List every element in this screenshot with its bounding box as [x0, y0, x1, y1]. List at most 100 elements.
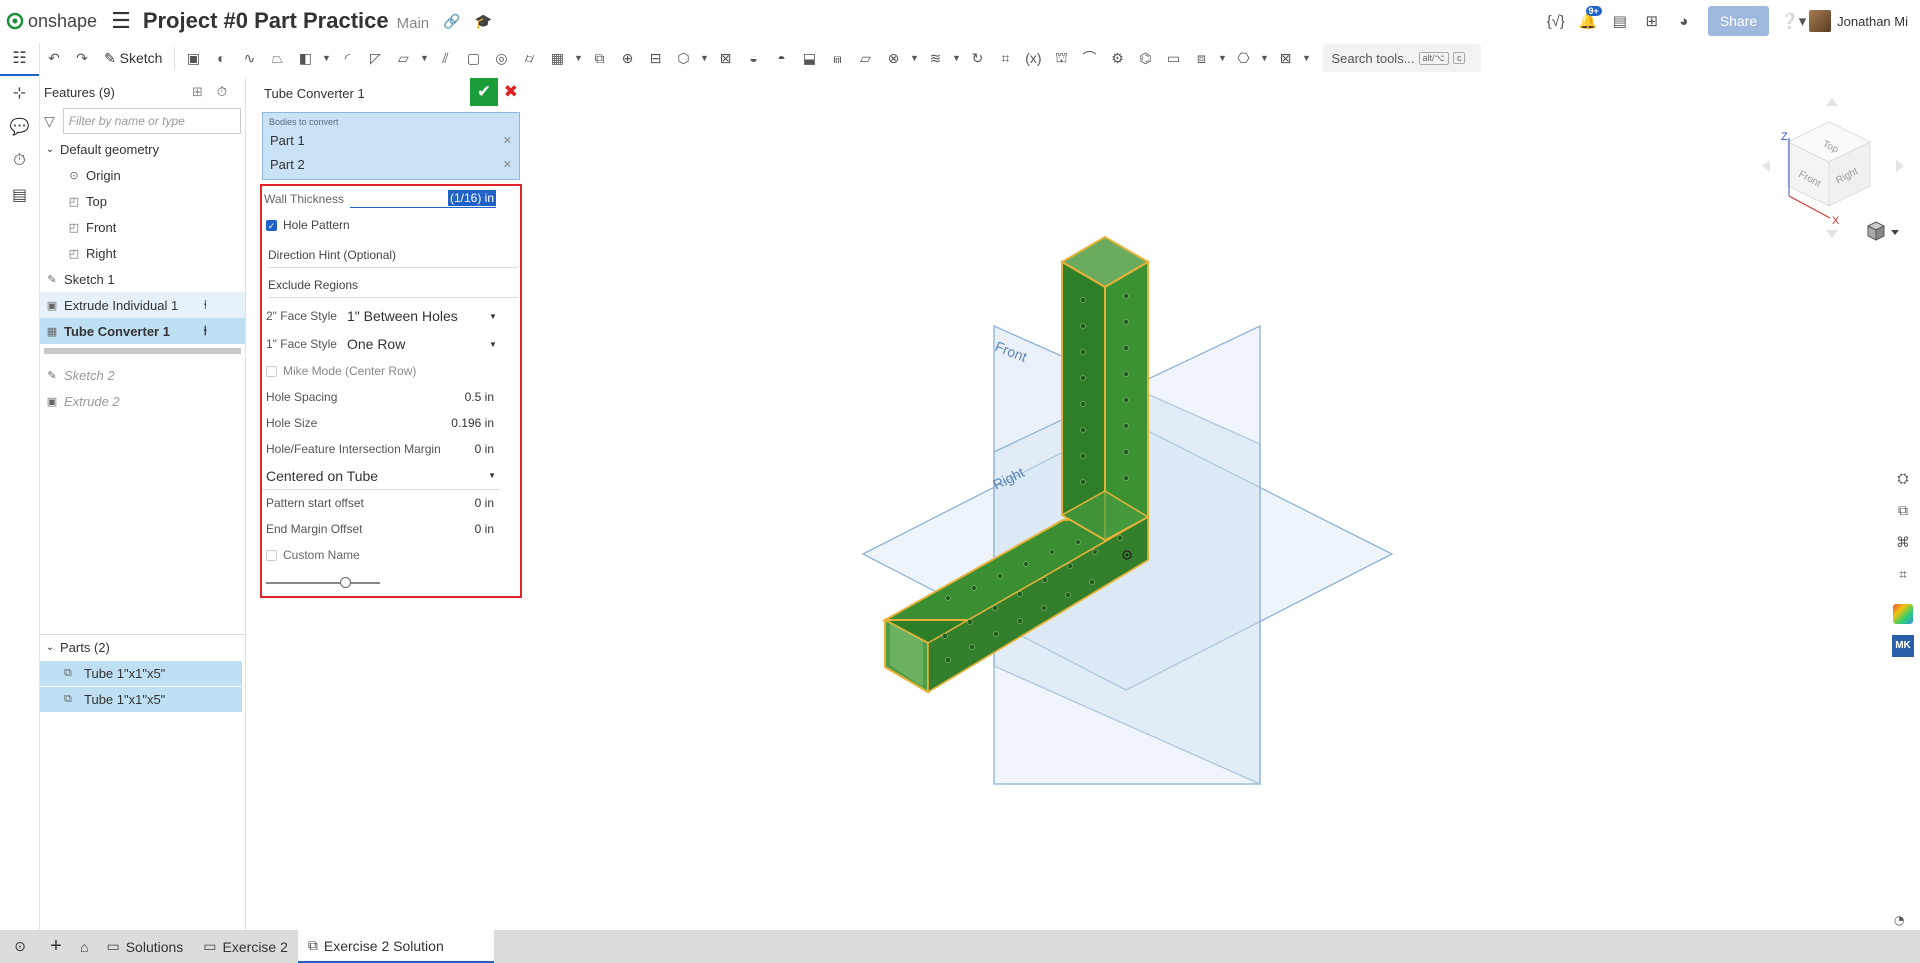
menu-icon[interactable]: ☰ [111, 8, 131, 34]
variable-icon[interactable]: (x) [1019, 45, 1047, 71]
shell-icon[interactable]: ▢ [459, 45, 487, 71]
undo-icon[interactable]: ↶ [40, 45, 68, 71]
measure-icon[interactable]: ⌘ [1886, 526, 1920, 558]
add-folder-icon[interactable]: ⊞ [192, 84, 203, 100]
chevron-down-icon[interactable]: ▼ [417, 45, 431, 71]
sheet-metal-icon[interactable]: ⛫ [1047, 45, 1075, 71]
curve-icon[interactable]: ↻ [963, 45, 991, 71]
view-options-icon[interactable] [1866, 221, 1899, 241]
chevron-down-icon[interactable]: ⌄ [40, 642, 60, 653]
feature-group-icon[interactable]: ⧈ [1187, 45, 1215, 71]
onshape-logo[interactable]: onshape [6, 11, 97, 32]
tab-solutions[interactable]: ▭ Solutions [96, 930, 193, 963]
history-icon[interactable]: ⏱ [0, 144, 39, 178]
offset-surface-icon[interactable]: ⩎ [823, 45, 851, 71]
mirror-icon[interactable]: ⧉ [585, 45, 613, 71]
delete-part-icon[interactable]: ⊠ [711, 45, 739, 71]
chevron-down-icon[interactable]: ▼ [319, 45, 333, 71]
tab-exercise2[interactable]: ▭ Exercise 2 [193, 930, 298, 963]
add-tab-button[interactable]: + [40, 930, 72, 963]
configuration-icon[interactable]: ⌗ [1886, 558, 1920, 590]
mk-extension-button[interactable]: MK [1886, 630, 1920, 662]
vertical-tube[interactable] [1060, 235, 1150, 542]
document-title[interactable]: Project #0 Part Practice [143, 8, 389, 34]
home-icon[interactable]: ⌂ [72, 930, 96, 963]
replace-face-icon[interactable]: ⬓ [795, 45, 823, 71]
branch-name[interactable]: Main [397, 15, 430, 32]
frame-icon[interactable]: ⌗ [991, 45, 1019, 71]
tree-item-sketch1[interactable]: ✎ Sketch 1 [40, 266, 245, 292]
mass-properties-icon[interactable]: ⧉ [1886, 494, 1920, 526]
search-tools-input[interactable]: Search tools... alt/⌥ c [1323, 44, 1482, 72]
part-item[interactable]: ⧉ Tube 1"x1"x5" [40, 661, 242, 686]
transform-icon[interactable]: ⬡ [669, 45, 697, 71]
tree-item-top[interactable]: ◰ Top [40, 188, 245, 214]
appearance-panel-icon[interactable]: ⛭ [1886, 462, 1920, 494]
tree-item-sketch2[interactable]: ✎ Sketch 2 [40, 362, 245, 388]
hole-icon[interactable]: ◎ [487, 45, 515, 71]
chevron-down-icon[interactable]: ▼ [949, 45, 963, 71]
appearance-icon[interactable]: ◕ [1668, 13, 1700, 30]
feature-list-icon[interactable]: ☷ [0, 42, 39, 76]
tree-item-front[interactable]: ◰ Front [40, 214, 245, 240]
rollback-timer-icon[interactable]: ⏱ [217, 84, 227, 100]
custom-feature-icon[interactable]: ⎔ [1229, 45, 1257, 71]
box-icon[interactable]: ▭ [1159, 45, 1187, 71]
chevron-down-icon[interactable]: ▼ [1215, 45, 1229, 71]
rollback-pin-icon[interactable]: ⍿ [204, 297, 207, 313]
chamfer-icon[interactable]: ◸ [361, 45, 389, 71]
chevron-down-icon[interactable]: ▼ [571, 45, 585, 71]
document-info-icon[interactable]: ▤ [1604, 12, 1636, 30]
mate-connector-icon[interactable]: ⊗ [879, 45, 907, 71]
split-icon[interactable]: ⊟ [641, 45, 669, 71]
plane-icon[interactable]: ▱ [851, 45, 879, 71]
tab-exercise2-solution[interactable]: ⧉ Exercise 2 Solution [297, 930, 494, 963]
tree-item-tube-converter1[interactable]: ▦ Tube Converter 1 ⍿ [40, 318, 245, 344]
chevron-down-icon[interactable]: ▼ [1257, 45, 1271, 71]
tree-item-origin[interactable]: ⊙ Origin [40, 162, 245, 188]
fastener-icon[interactable]: ⚙ [1103, 45, 1131, 71]
parts-header[interactable]: ⌄ Parts (2) [40, 634, 246, 660]
display-mode-icon[interactable]: ⊠ [1271, 45, 1299, 71]
draft-icon[interactable]: ⏥ [389, 45, 417, 71]
app-store-icon[interactable]: ⊞ [1636, 12, 1668, 30]
comments-icon[interactable]: 💬 [0, 110, 39, 144]
extrude-icon[interactable]: ▣ [179, 45, 207, 71]
chevron-down-icon[interactable]: ▼ [697, 45, 711, 71]
variables-icon[interactable]: {√} [1540, 13, 1572, 30]
thicken-icon[interactable]: ◧ [291, 45, 319, 71]
tree-item-extrude2[interactable]: ▣ Extrude 2 [40, 388, 245, 414]
app-extension-icon[interactable] [1886, 598, 1920, 630]
rollback-pin-icon[interactable]: ⍿ [204, 323, 207, 339]
revolve-icon[interactable]: ◐ [207, 45, 235, 71]
chevron-down-icon[interactable]: ⌄ [40, 144, 60, 155]
rib-icon[interactable]: ⫽ [431, 45, 459, 71]
pattern-icon[interactable]: ▦ [543, 45, 571, 71]
user-menu[interactable]: Jonathan Mi [1809, 10, 1908, 32]
rollback-bar[interactable] [44, 348, 241, 354]
view-cube[interactable]: Top Front Right Z X [1762, 98, 1904, 238]
move-face-icon[interactable]: ◓ [767, 45, 795, 71]
chevron-down-icon[interactable]: ▼ [1299, 45, 1313, 71]
part-item[interactable]: ⧉ Tube 1"x1"x5" [40, 687, 242, 712]
redo-icon[interactable]: ↷ [68, 45, 96, 71]
sweep-icon[interactable]: ∿ [235, 45, 263, 71]
loft-icon[interactable]: ⏢ [263, 45, 291, 71]
insert-icon[interactable]: ⊹ [0, 76, 39, 110]
filter-icon[interactable]: ▽ [44, 113, 55, 130]
help-icon[interactable]: ❔▾ [1777, 12, 1809, 30]
graphics-viewport[interactable]: Front Right Top Front Right Z X ◔ ⛭ ⧉ ⌘ … [248, 74, 1920, 930]
section-view-icon[interactable]: ◔ [1894, 913, 1904, 927]
notifications-icon[interactable]: 🔔 9+ [1572, 6, 1604, 30]
sketch-button[interactable]: ✎ Sketch [96, 50, 170, 67]
boolean-icon[interactable]: ⊕ [613, 45, 641, 71]
cylinder-icon[interactable]: ⌭ [515, 45, 543, 71]
bom-icon[interactable]: ▤ [0, 178, 39, 212]
link-icon[interactable]: 🔗 [443, 13, 460, 30]
modify-fillet-icon[interactable]: ◒ [739, 45, 767, 71]
tree-item-right[interactable]: ◰ Right [40, 240, 245, 266]
tube-icon[interactable]: ⌒ [1075, 45, 1103, 71]
fillet-icon[interactable]: ◜ [333, 45, 361, 71]
share-button[interactable]: Share [1707, 6, 1770, 36]
weld-icon[interactable]: ⌬ [1131, 45, 1159, 71]
